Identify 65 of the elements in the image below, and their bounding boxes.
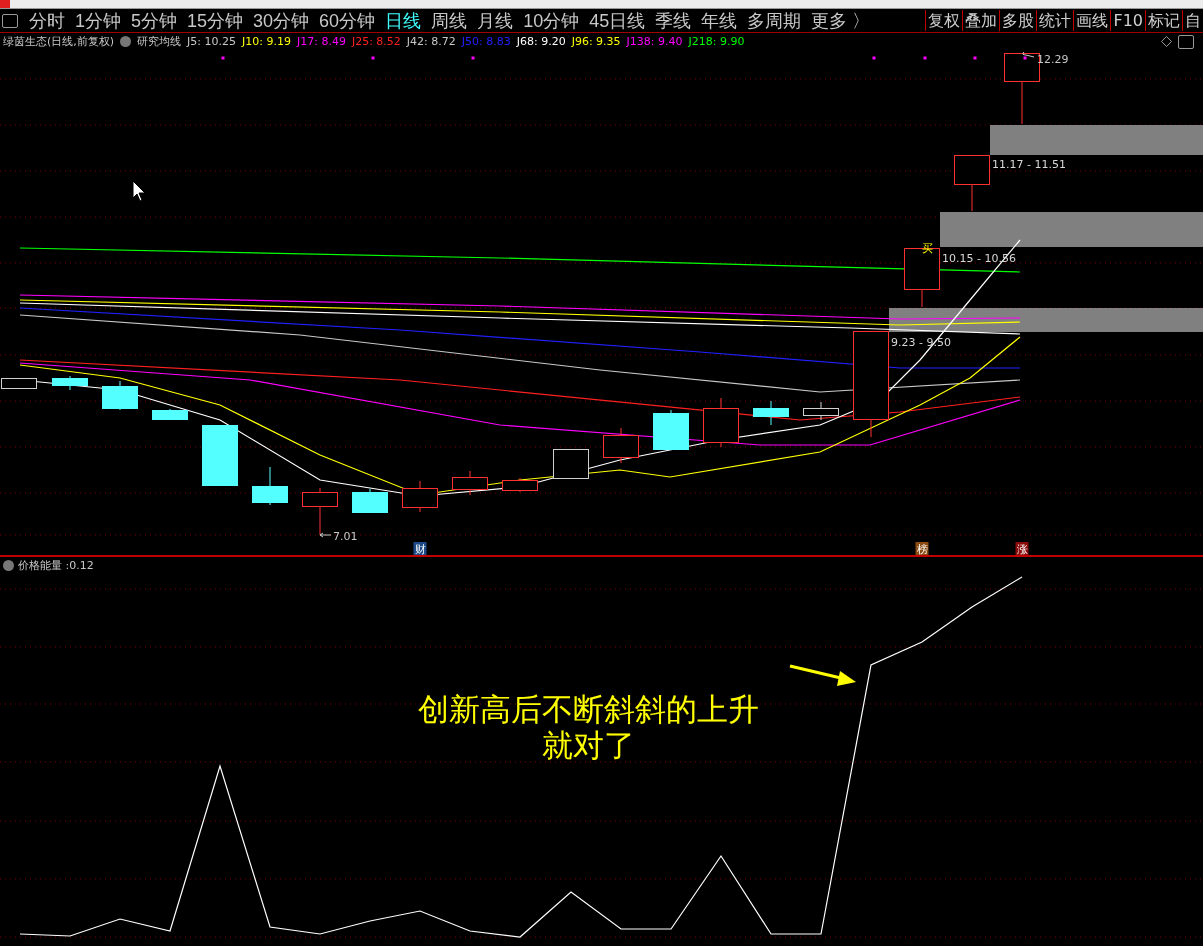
candlestick — [402, 480, 438, 513]
event-marker[interactable]: 榜 — [915, 542, 929, 556]
period-tab[interactable]: 45日线 — [584, 9, 651, 32]
period-tab[interactable]: 年线 — [696, 9, 743, 32]
period-tab[interactable]: 更多 〉 — [806, 9, 876, 32]
period-tab[interactable]: 30分钟 — [248, 9, 315, 32]
candlestick — [1004, 53, 1040, 125]
candlestick — [603, 427, 639, 464]
arrow-icon — [789, 664, 856, 686]
candlestick — [803, 401, 839, 421]
period-tab[interactable]: 周线 — [426, 9, 473, 32]
candlestick — [252, 466, 288, 506]
toolbar-button[interactable]: 复权 — [925, 10, 963, 31]
average-value: J68: 9.20 — [516, 35, 566, 48]
event-marker[interactable]: 财 — [413, 542, 427, 556]
indicator-name: 研究均线 — [137, 34, 182, 49]
price-label: 7.01 — [333, 530, 358, 543]
candlestick — [703, 397, 739, 448]
toolbar-button[interactable]: 标记 — [1145, 10, 1182, 31]
indicator-title: 价格能量 :0.12 — [18, 557, 94, 573]
candlestick — [52, 375, 88, 391]
stock-title: 绿茵生态(日线,前复权) — [3, 34, 115, 49]
price-range-label: 11.17 - 11.51 — [992, 158, 1066, 171]
period-tab[interactable]: 月线 — [472, 9, 519, 32]
average-value: J17: 8.49 — [296, 35, 346, 48]
annotation-text: 创新高后不断斜斜的上升 就对了 — [416, 691, 760, 763]
period-tab[interactable]: 5分钟 — [126, 9, 183, 32]
candlestick — [553, 449, 589, 479]
candlestick — [452, 470, 488, 496]
period-tab[interactable]: 1分钟 — [70, 9, 126, 32]
candlestick — [1, 378, 37, 389]
dropdown-icon[interactable] — [3, 559, 14, 571]
candlestick — [753, 400, 789, 426]
candlestick — [502, 477, 538, 493]
candlestick — [202, 425, 238, 486]
average-value: J218: 9.90 — [688, 35, 745, 48]
average-value: J5: 10.25 — [187, 35, 237, 48]
toolbar-button[interactable]: 统计 — [1036, 10, 1074, 31]
period-tab[interactable]: 10分钟 — [518, 9, 585, 32]
average-value: J138: 9.40 — [626, 35, 683, 48]
candlestick — [352, 488, 388, 513]
pointer-arrow-icon — [319, 532, 332, 538]
dropdown-icon[interactable] — [120, 36, 132, 47]
event-marker[interactable]: 涨 — [1015, 542, 1029, 556]
candlestick — [954, 155, 990, 212]
period-tab[interactable]: 日线 — [380, 9, 427, 32]
candlestick — [102, 380, 138, 411]
average-value: J96: 9.35 — [571, 35, 621, 48]
toolbar-button[interactable]: 画线 — [1073, 10, 1111, 31]
toolbar-button[interactable]: F10 — [1110, 10, 1145, 31]
mouse-cursor-icon — [132, 180, 146, 202]
average-value: J25: 8.52 — [351, 35, 401, 48]
panel-toggle-icon[interactable] — [1178, 34, 1194, 49]
period-tab[interactable]: 季线 — [650, 9, 697, 32]
period-tab[interactable]: 分时 — [24, 9, 70, 32]
average-value: J10: 9.19 — [242, 35, 291, 48]
period-tab[interactable]: 15分钟 — [182, 9, 249, 32]
average-value: J42: 8.72 — [406, 35, 456, 48]
average-value: J50: 8.83 — [461, 35, 511, 48]
panel-toggle-icon[interactable] — [2, 13, 18, 28]
candlestick — [653, 409, 689, 450]
period-tab[interactable]: 多周期 — [742, 9, 807, 32]
period-tab[interactable]: 60分钟 — [314, 9, 381, 32]
candlestick — [152, 408, 188, 421]
toolbar-button[interactable]: 多股 — [999, 10, 1037, 31]
